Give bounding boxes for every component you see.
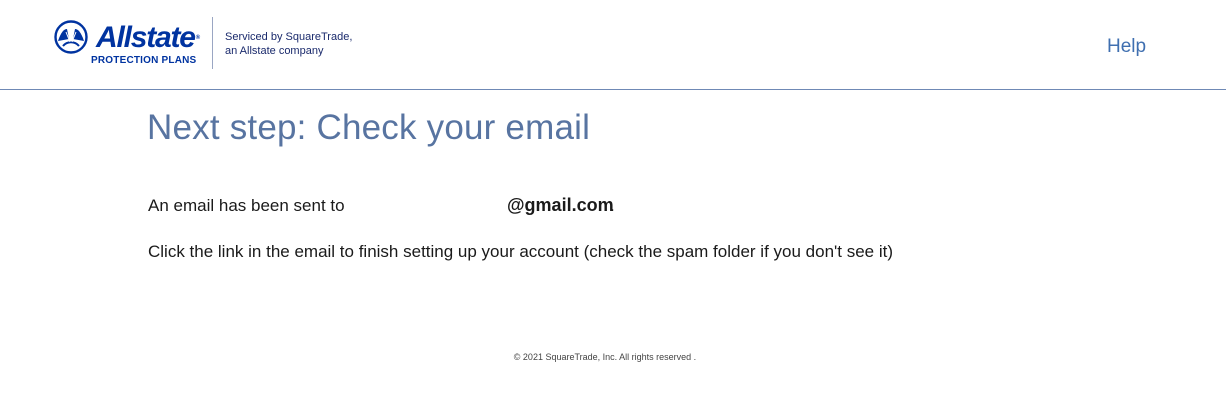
page-title: Next step: Check your email: [147, 108, 591, 147]
allstate-hands-icon: [54, 20, 88, 54]
serviced-by-text: Serviced by SquareTrade, an Allstate com…: [225, 30, 352, 58]
serviced-by-line1: Serviced by SquareTrade,: [225, 31, 353, 43]
logo-divider: [212, 17, 213, 69]
allstate-logo[interactable]: Allstate® PROTECTION PLANS: [49, 18, 209, 70]
help-link[interactable]: Help: [1107, 36, 1146, 58]
email-sent-text: An email has been sent to: [148, 196, 345, 215]
serviced-by-line2: an Allstate company: [225, 45, 324, 57]
email-address: @gmail.com: [507, 195, 614, 215]
allstate-wordmark: Allstate®: [96, 21, 201, 54]
footer-copyright: © 2021 SquareTrade, Inc. All rights rese…: [513, 352, 697, 362]
instruction-text: Click the link in the email to finish se…: [148, 242, 894, 261]
email-sent-period: .: [610, 196, 615, 215]
protection-plans-label: PROTECTION PLANS: [91, 55, 197, 66]
site-header: Allstate® PROTECTION PLANS Serviced by S…: [0, 0, 1226, 90]
